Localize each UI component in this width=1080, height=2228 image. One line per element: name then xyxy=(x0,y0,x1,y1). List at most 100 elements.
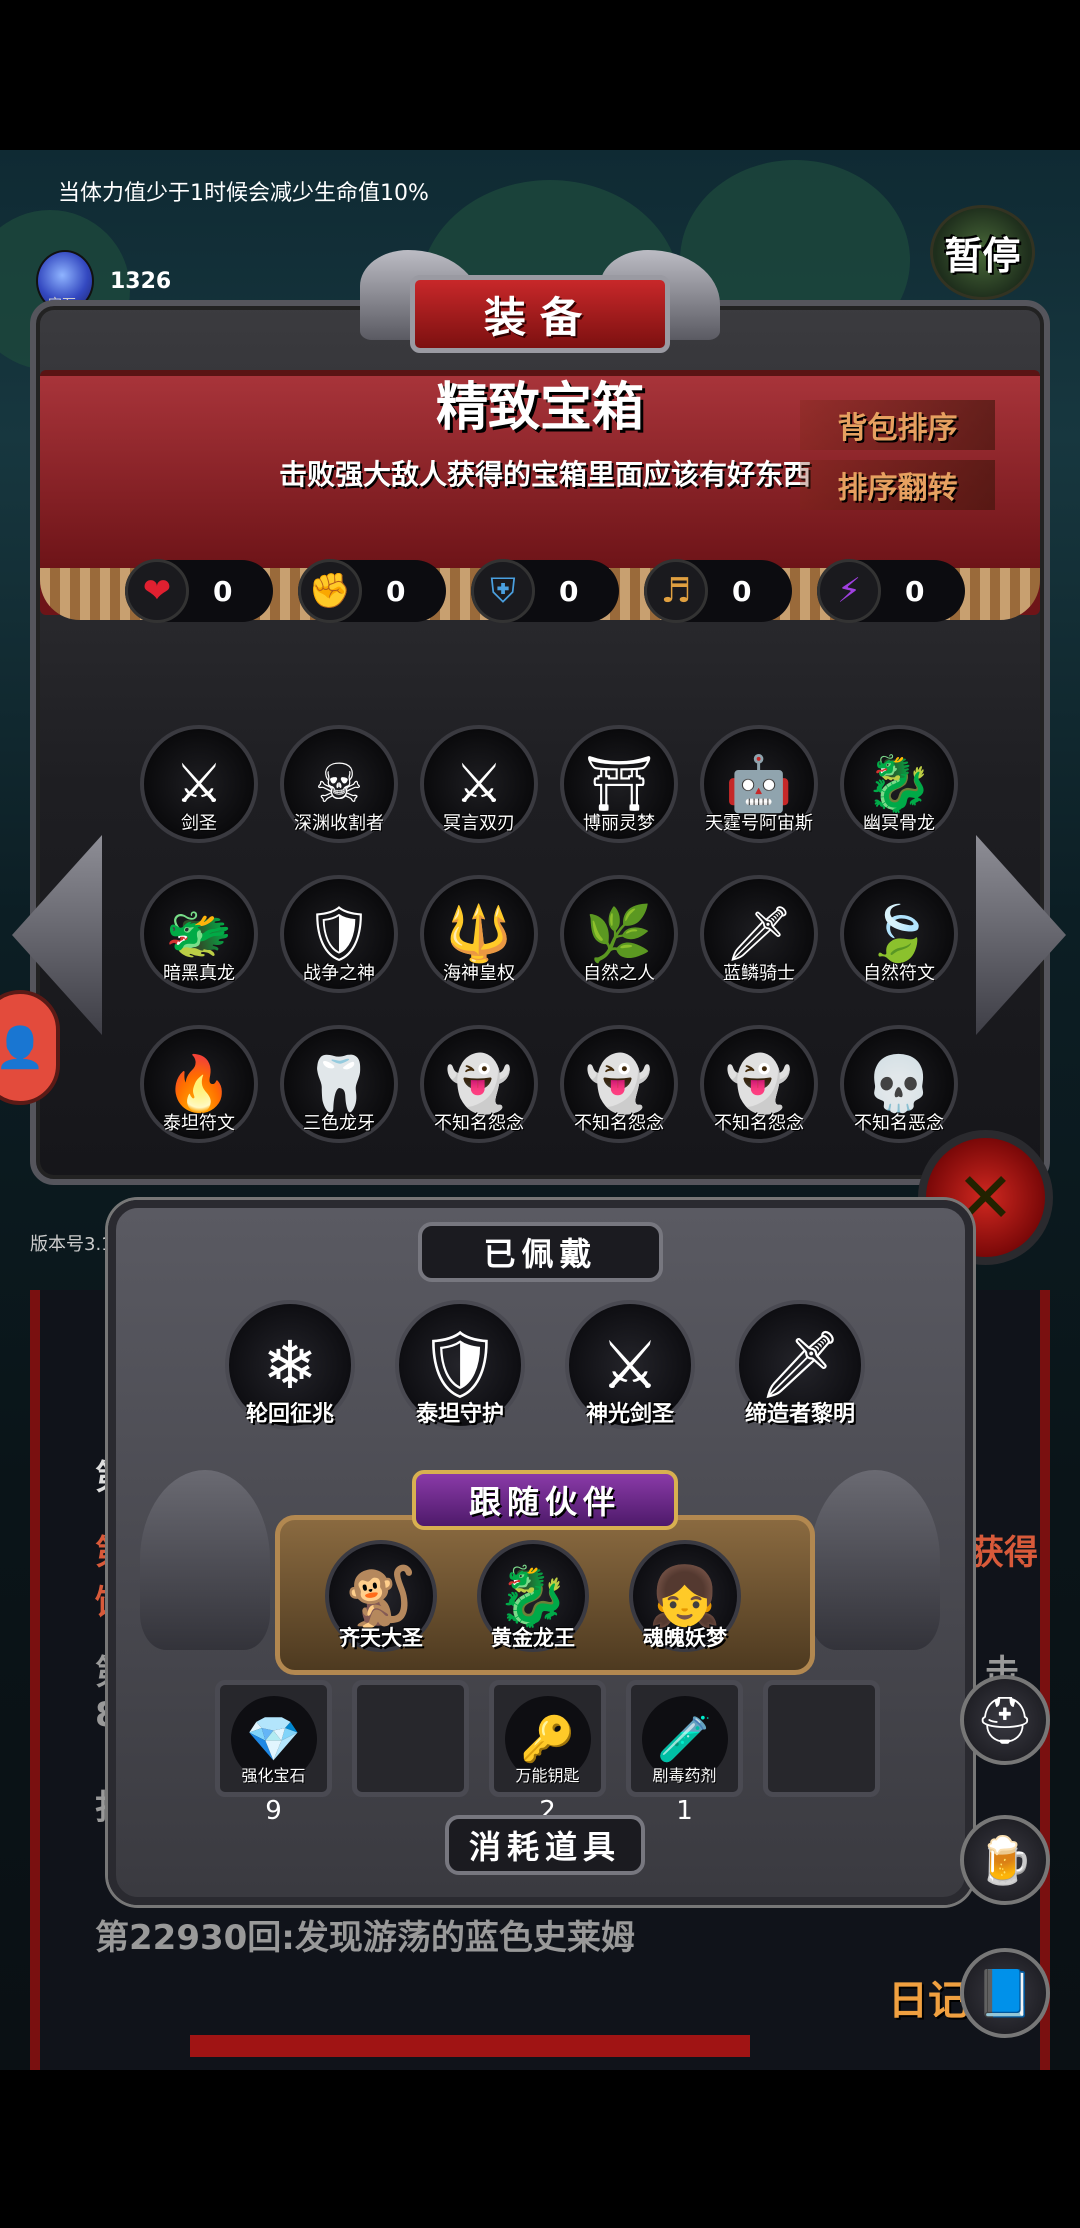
item-art: ⚔ xyxy=(454,752,504,815)
collection-item-label: 剑圣 xyxy=(181,813,217,834)
gem-count: 1326 xyxy=(110,268,172,294)
collection-grid: ⚔ 剑圣 ☠ 深渊收割者 ⚔ 冥言双刃 ⛩ 博丽灵梦 🤖 天霆号阿宙斯 🐉 幽冥骨龙 🐲 暗黑真龙 🛡 战争之… xyxy=(140,725,960,1143)
collection-item[interactable]: 🤖 天霆号阿宙斯 xyxy=(700,725,818,843)
diary-label: 日记 xyxy=(888,1978,968,2024)
panel-title: 装备 xyxy=(410,275,670,353)
collection-item[interactable]: ⚔ 剑圣 xyxy=(140,725,258,843)
stat-row: ❤ 0 ✊ 0 ⛨ 0 ♬ 0 ⚡ 0 xyxy=(125,559,965,623)
item-art: 🐲 xyxy=(165,902,233,965)
collection-item[interactable]: 🍃 自然符文 xyxy=(840,875,958,993)
item-art: 🔥 xyxy=(165,1052,233,1115)
companion-item[interactable]: 🐉 黄金龙王 xyxy=(477,1540,589,1652)
item-art: 👻 xyxy=(725,1052,793,1115)
companion-label: 魂魄妖梦 xyxy=(643,1626,727,1650)
companion-label: 齐天大圣 xyxy=(339,1626,423,1650)
collection-item[interactable]: 🛡 战争之神 xyxy=(280,875,398,993)
consumable-count: 9 xyxy=(265,1796,282,1826)
item-art: 🐉 xyxy=(865,752,933,815)
companion-label: 黄金龙王 xyxy=(491,1626,575,1650)
item-name: 精致宝箱 xyxy=(435,378,644,438)
collection-item-label: 不知名怨念 xyxy=(714,1113,804,1134)
heart-icon: ❤ xyxy=(125,559,189,623)
consumable-slots: 💎 强化宝石 9 🔑 万能钥匙 2 🧪 剧毒药剂 1 xyxy=(215,1680,880,1826)
item-art: 🍃 xyxy=(865,902,933,965)
item-art: 🌿 xyxy=(585,902,653,965)
collection-item[interactable]: 🐉 幽冥骨龙 xyxy=(840,725,958,843)
collection-item[interactable]: 👻 不知名怨念 xyxy=(700,1025,818,1143)
pause-button[interactable]: 暂停 xyxy=(930,205,1035,300)
collection-item[interactable]: 🗡 蓝鳞骑士 xyxy=(700,875,818,993)
collection-item-label: 蓝鳞骑士 xyxy=(723,963,795,984)
item-art: ☠ xyxy=(314,752,364,815)
collection-item-label: 天霆号阿宙斯 xyxy=(705,813,813,834)
worn-item-label: 缔造者黎明 xyxy=(744,1402,855,1427)
panel-title-text: 装备 xyxy=(483,292,596,342)
collection-item[interactable]: 🔱 海神皇权 xyxy=(420,875,538,993)
consumable-slot[interactable] xyxy=(352,1680,469,1797)
collection-item-label: 不知名怨念 xyxy=(434,1113,524,1134)
book-icon: 📘 xyxy=(976,1965,1034,2020)
stat-pill: ⛨ 0 xyxy=(471,559,619,623)
worn-item[interactable]: ⚔ 神光剑圣 xyxy=(565,1300,695,1430)
stat-value: 0 xyxy=(732,574,752,608)
item-art: 💀 xyxy=(865,1052,933,1115)
item-art: 👻 xyxy=(445,1052,513,1115)
collection-item-label: 不知名怨念 xyxy=(574,1113,664,1134)
consumable-slot[interactable]: 💎 强化宝石 9 xyxy=(215,1680,332,1826)
item-art: ⛩ xyxy=(584,752,654,815)
consumable-slot[interactable]: 🧪 剧毒药剂 1 xyxy=(626,1680,743,1826)
collection-item-label: 暗黑真龙 xyxy=(163,963,235,984)
worn-item[interactable]: ❄ 轮回征兆 xyxy=(225,1300,355,1430)
item-art: 🔱 xyxy=(445,902,513,965)
companion-art: 👧 xyxy=(648,1561,722,1630)
collection-item-label: 幽冥骨龙 xyxy=(863,813,935,834)
collection-item-label: 冥言双刃 xyxy=(443,813,515,834)
collection-item-label: 海神皇权 xyxy=(443,963,515,984)
item-art: ❄ xyxy=(262,1326,318,1404)
worn-item-label: 轮回征兆 xyxy=(245,1402,334,1427)
companion-item[interactable]: 👧 魂魄妖梦 xyxy=(629,1540,741,1652)
companion-list: 🐒 齐天大圣 🐉 黄金龙王 👧 魂魄妖梦 xyxy=(325,1540,741,1652)
collection-item-label: 深渊收割者 xyxy=(294,813,384,834)
worn-item[interactable]: 🗡 缔造者黎明 xyxy=(735,1300,865,1430)
collection-item[interactable]: 🦷 三色龙牙 xyxy=(280,1025,398,1143)
diary-button[interactable]: 📘 xyxy=(960,1948,1050,2038)
collection-item-label: 战争之神 xyxy=(303,963,375,984)
consumable-count: 1 xyxy=(676,1796,693,1826)
log-line: 获得 xyxy=(970,1533,1038,1573)
collection-item[interactable]: 🐲 暗黑真龙 xyxy=(140,875,258,993)
collection-item[interactable]: 💀 不知名恶念 xyxy=(840,1025,958,1143)
collection-item[interactable]: ⚔ 冥言双刃 xyxy=(420,725,538,843)
worn-title: 已佩戴 xyxy=(418,1222,663,1282)
knight-helmet-button[interactable]: ⛑ xyxy=(960,1675,1050,1765)
collection-item[interactable]: ⛩ 博丽灵梦 xyxy=(560,725,678,843)
collection-item[interactable]: 👻 不知名怨念 xyxy=(560,1025,678,1143)
item-art: 🦷 xyxy=(305,1052,373,1115)
consumable-slot[interactable] xyxy=(763,1680,880,1797)
consumable-slot[interactable]: 🔑 万能钥匙 2 xyxy=(489,1680,606,1826)
strength-icon: ✊ xyxy=(298,559,362,623)
companion-item[interactable]: 🐒 齐天大圣 xyxy=(325,1540,437,1652)
worn-items: ❄ 轮回征兆 🛡 泰坦守护 ⚔ 神光剑圣 🗡 缔造者黎明 xyxy=(225,1300,865,1430)
tavern-button[interactable]: 🍺 xyxy=(960,1815,1050,1905)
reverse-sort-button[interactable]: 排序翻转 xyxy=(800,460,995,510)
log-line: 第22930回:发现游荡的蓝色史莱姆 xyxy=(95,1918,635,1958)
log-progress-bar xyxy=(190,2035,750,2057)
stat-value: 0 xyxy=(386,574,406,608)
collection-item[interactable]: 🌿 自然之人 xyxy=(560,875,678,993)
worn-item[interactable]: 🛡 泰坦守护 xyxy=(395,1300,525,1430)
collection-item[interactable]: 👻 不知名怨念 xyxy=(420,1025,538,1143)
consumables-title: 消耗道具 xyxy=(445,1815,645,1875)
collection-item-label: 博丽灵梦 xyxy=(583,813,655,834)
collection-item[interactable]: 🔥 泰坦符文 xyxy=(140,1025,258,1143)
item-art: 🛡 xyxy=(304,902,374,965)
item-art: ⚔ xyxy=(174,752,224,815)
sort-bag-button[interactable]: 背包排序 xyxy=(800,400,995,450)
profile-button[interactable]: 👤 xyxy=(0,990,60,1105)
consumable-label: 万能钥匙 xyxy=(515,1766,580,1785)
consumable-label: 强化宝石 xyxy=(241,1766,306,1785)
collection-item[interactable]: ☠ 深渊收割者 xyxy=(280,725,398,843)
item-art: 🤖 xyxy=(725,752,793,815)
helmet-icon: ⛑ xyxy=(975,1692,1035,1747)
stat-value: 0 xyxy=(213,574,233,608)
